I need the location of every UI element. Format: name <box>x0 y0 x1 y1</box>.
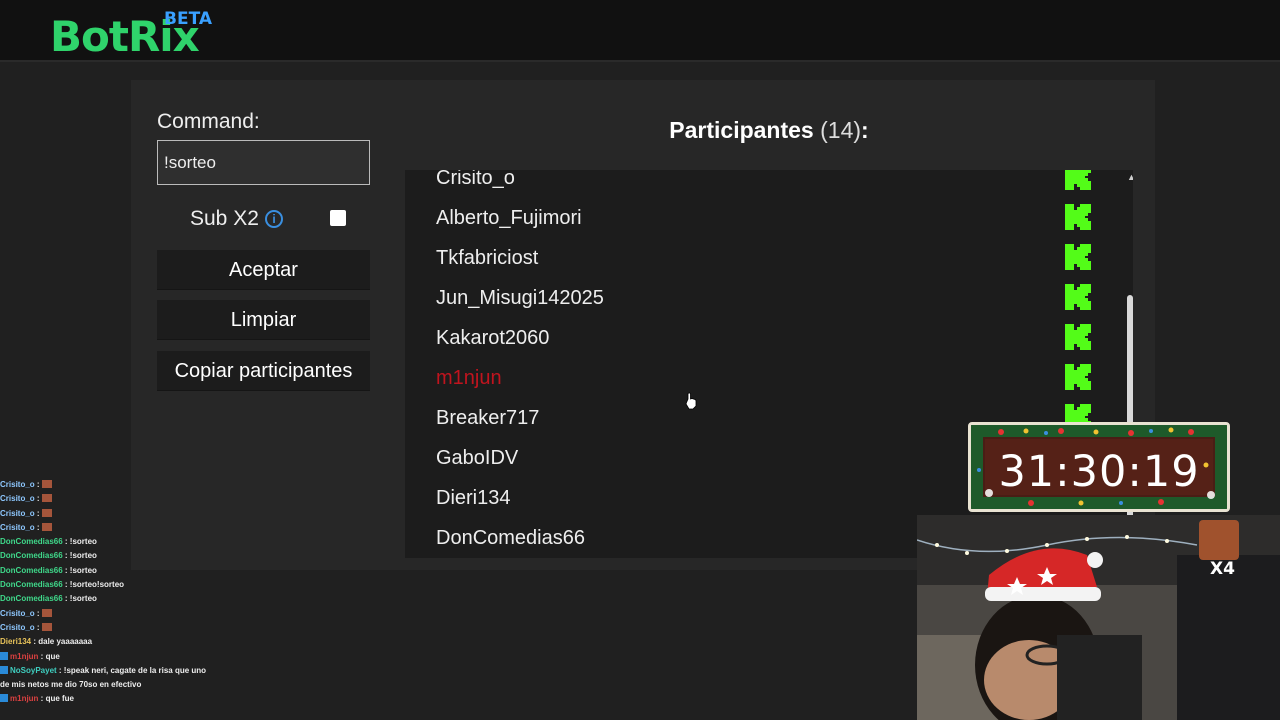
info-icon[interactable]: i <box>265 210 283 228</box>
chat-message: DonComedias66 : !sorteo <box>0 565 97 575</box>
participant-name: Breaker717 <box>436 407 540 429</box>
clear-button[interactable]: Limpiar <box>157 300 370 340</box>
chat-message: Dieri134 : dale yaaaaaaa <box>0 637 93 647</box>
chat-text: !sorteo!sorteo <box>69 580 125 590</box>
chat-username: DonComedias66 <box>0 580 63 590</box>
chat-message: Crisito_o : <box>0 607 230 621</box>
chat-username: NoSoyPayet <box>10 665 57 675</box>
copy-participants-button[interactable]: Copiar participantes <box>157 351 370 391</box>
chat-message: DonComedias66 : !sorteo <box>0 551 97 561</box>
accept-button[interactable]: Aceptar <box>157 250 370 290</box>
participant-name: m1njun <box>436 367 502 389</box>
chat-text: !sorteo <box>69 565 97 575</box>
chat-username: Crisito_o <box>0 522 35 532</box>
webcam-feed: x4 <box>917 515 1280 720</box>
chat-message: DonComedias66 : !sorteo <box>0 537 97 547</box>
chat-username: m1njun <box>10 694 39 704</box>
chat-username: DonComedias66 <box>0 551 63 561</box>
chat-message: m1njun : que fue <box>0 692 230 706</box>
participant-row[interactable]: Crisito_o <box>405 170 1125 208</box>
chat-emote-icon <box>41 522 52 531</box>
chat-message: Crisito_o : <box>0 492 230 506</box>
streamer-image <box>917 515 1280 720</box>
participant-name: Jun_Misugi142025 <box>436 287 604 309</box>
chat-username: Crisito_o <box>0 494 35 504</box>
participant-row[interactable]: Kakarot2060 <box>405 324 1125 368</box>
chat-message: DonComedias66 : !sorteo!sorteo <box>0 580 125 590</box>
chat-username: Dieri134 <box>0 637 32 647</box>
mouse-cursor-icon <box>685 392 697 410</box>
scroll-up-arrow-icon[interactable]: ▲ <box>1127 172 1133 182</box>
chat-username: DonComedias66 <box>0 594 63 604</box>
timer-value: 31:30:19 <box>998 447 1200 497</box>
chat-message: DonComedias66 : !sorteo <box>0 594 97 604</box>
chat-username: DonComedias66 <box>0 565 63 575</box>
participant-row[interactable]: Tkfabriciost <box>405 244 1125 288</box>
participant-name: Tkfabriciost <box>436 247 539 269</box>
chat-username: Crisito_o <box>0 508 35 518</box>
chat-overlay: Crisito_o : Crisito_o : Crisito_o : Cris… <box>0 478 230 720</box>
kick-logo-icon <box>1065 170 1091 190</box>
participant-name: Kakarot2060 <box>436 327 550 349</box>
chat-emote-icon <box>41 622 52 631</box>
chat-message: Crisito_o : <box>0 521 230 535</box>
participant-name: Alberto_Fujimori <box>436 207 582 229</box>
chat-emote-icon <box>41 608 52 617</box>
chat-text: !sorteo <box>69 537 97 547</box>
chat-message: de mis netos me dio 70so en efectivo <box>0 678 230 692</box>
chat-text: !sorteo <box>69 594 97 604</box>
participants-colon: : <box>861 117 869 143</box>
sub-x2-label: Sub X2 <box>190 207 259 230</box>
chat-text: !sorteo <box>69 551 97 561</box>
participant-row[interactable]: m1njun <box>405 364 1125 408</box>
command-input[interactable] <box>157 140 370 185</box>
chat-message: Crisito_o : <box>0 478 230 492</box>
chat-emote-icon <box>41 508 52 517</box>
participants-count: (14) <box>820 117 862 143</box>
chat-username: m1njun <box>10 651 39 661</box>
participant-name: GaboIDV <box>436 447 519 469</box>
chat-emote-icon <box>41 494 52 503</box>
chat-message: NoSoyPayet : !speak neri, cagate de la r… <box>0 664 230 678</box>
chat-message: m1njun : que <box>0 650 230 664</box>
sub-x2-checkbox[interactable] <box>330 210 346 226</box>
chat-message: Crisito_o : <box>0 621 230 635</box>
chat-badge-icon <box>0 651 8 660</box>
participants-heading: Participantes <box>669 117 814 143</box>
chat-username: Crisito_o <box>0 622 35 632</box>
participant-row[interactable]: Alberto_Fujimori <box>405 204 1125 248</box>
chat-text: que fue <box>45 694 75 704</box>
chat-username: DonComedias66 <box>0 537 63 547</box>
chat-username: Crisito_o <box>0 480 35 489</box>
chat-badge-icon <box>0 694 8 703</box>
chat-badge-icon <box>0 665 8 674</box>
participant-row[interactable]: Jun_Misugi142025 <box>405 284 1125 328</box>
participants-title: Participantes (14): <box>405 117 1133 144</box>
beta-badge: BETA <box>164 9 213 29</box>
chat-text: de mis netos me dio 70so en efectivo <box>0 680 142 690</box>
chat-username: Crisito_o <box>0 608 35 618</box>
command-label: Command: <box>157 110 260 133</box>
chat-text: que <box>45 651 60 661</box>
chat-message: Crisito_o : <box>0 507 230 521</box>
chat-emote-icon <box>41 480 52 488</box>
emote-multiplier: x4 <box>1210 559 1235 579</box>
top-bar: BotRix BETA <box>0 0 1280 62</box>
participant-name: Dieri134 <box>436 487 511 509</box>
participant-name: DonComedias66 <box>436 527 585 549</box>
participant-name: Crisito_o <box>436 170 515 189</box>
chat-text: !speak neri, cagate de la risa que uno <box>63 665 207 675</box>
chat-text: dale yaaaaaaa <box>38 637 93 647</box>
countdown-timer: 31:30:19 <box>968 422 1230 512</box>
